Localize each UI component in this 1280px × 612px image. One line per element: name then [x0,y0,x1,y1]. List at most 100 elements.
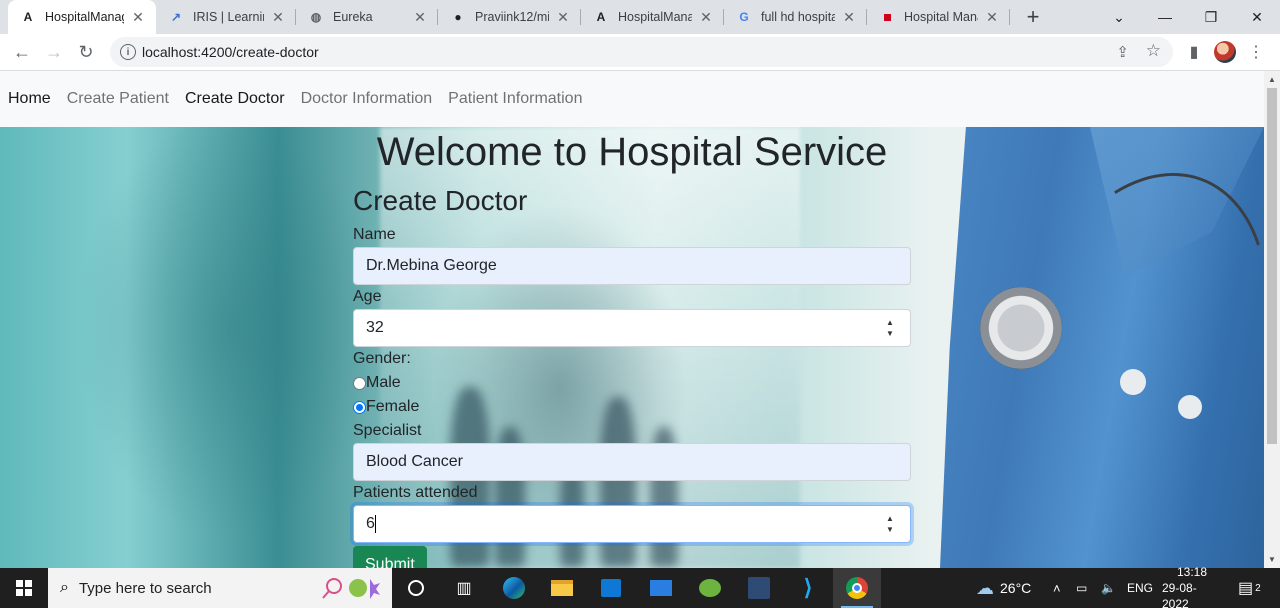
spinner-down-icon[interactable]: ▼ [886,525,896,534]
name-input-value: Dr.Mebina George [366,257,497,274]
stethoscope-earpiece [1120,369,1146,395]
browser-tab-hospital-manag[interactable]: A HospitalManag ✕ [8,0,156,34]
browser-tab-iris[interactable]: ↗ IRIS | Learning ✕ [156,0,296,34]
site-info-icon[interactable]: i [120,44,136,60]
menu-icon[interactable]: ⋮ [1242,38,1270,66]
female-radio[interactable] [353,400,366,414]
spinner-down-icon[interactable]: ▼ [886,329,896,338]
patients-attended-input[interactable]: 6 ▲ ▼ [353,505,911,543]
specialist-input[interactable]: Blood Cancer [353,443,911,481]
gender-option-female[interactable]: Female [353,395,911,419]
weather-widget[interactable]: ☁ 26°C [976,568,1031,608]
file-explorer-icon[interactable] [538,568,586,608]
taskbar-search-placeholder: Type here to search [78,579,212,597]
show-hidden-icons[interactable]: ˄ [1053,568,1061,608]
network-icon[interactable]: ▭ [1076,568,1087,608]
nav-create-patient[interactable]: Create Patient [67,90,169,108]
spring-tool-icon[interactable] [686,568,734,608]
language-indicator[interactable]: ENG [1127,568,1153,608]
new-tab-icon[interactable]: + [1021,4,1045,29]
age-input-value: 32 [366,319,384,336]
minimize-icon[interactable]: — [1142,0,1188,34]
profile-avatar[interactable] [1214,41,1236,63]
create-doctor-form: Create Doctor Name Dr.Mebina George Age … [353,183,911,568]
side-panel-icon[interactable]: ▮ [1180,38,1208,66]
address-bar-url[interactable]: localhost:4200/create-doctor [142,44,319,60]
female-radio-label: Female [366,398,420,415]
close-tab-icon[interactable]: ✕ [984,9,1000,25]
search-highlight-icon [322,578,380,599]
nav-doctor-information[interactable]: Doctor Information [301,90,433,108]
reload-icon[interactable]: ↻ [72,38,100,66]
clock[interactable]: 13:18 29-08-2022 [1162,565,1222,611]
nav-patient-information[interactable]: Patient Information [448,90,582,108]
patients-attended-value: 6 [366,515,375,532]
taskbar-search[interactable]: ⌕ Type here to search [48,568,392,608]
search-icon: ⌕ [60,579,69,596]
tab-title: Hospital Mana [904,10,978,24]
share-icon[interactable]: ⇪ [1116,43,1129,61]
specialist-input-value: Blood Cancer [366,453,463,470]
browser-tab-google[interactable]: G full hd hospital ✕ [724,0,867,34]
close-tab-icon[interactable]: ✕ [270,9,286,25]
browser-tab-github[interactable]: ● Praviink12/mic ✕ [438,0,581,34]
angular-icon: A [23,10,33,24]
gender-option-male[interactable]: Male [353,371,911,395]
vscode-icon[interactable]: ⟩ [784,568,832,608]
mysql-workbench-icon[interactable] [735,568,783,608]
close-tab-icon[interactable]: ✕ [555,9,571,25]
browser-tab-hospital-manag-2[interactable]: A HospitalManag ✕ [581,0,724,34]
spinner-up-icon[interactable]: ▲ [886,318,896,327]
scroll-thumb[interactable] [1267,88,1277,444]
tab-search-icon[interactable]: ⌄ [1096,0,1142,34]
close-tab-icon[interactable]: ✕ [412,9,428,25]
volume-icon[interactable]: 🔈 [1101,568,1116,608]
browser-tab-hospital-mana[interactable]: Hospital Mana ✕ [867,0,1010,34]
red-square-icon [879,9,895,25]
male-radio[interactable] [353,376,366,390]
store-icon[interactable] [587,568,635,608]
clock-time: 13:18 [1176,565,1208,579]
bookmark-star-icon[interactable]: ☆ [1146,41,1161,61]
page-scrollbar[interactable]: ▲ ▼ [1264,71,1280,568]
spinner-up-icon[interactable]: ▲ [886,514,896,523]
tab-title: IRIS | Learning [193,10,264,24]
scroll-down-icon[interactable]: ▼ [1268,555,1276,564]
page-viewport: Home Create Patient Create Doctor Doctor… [0,71,1280,568]
name-input[interactable]: Dr.Mebina George [353,247,911,285]
close-window-icon[interactable]: ✕ [1234,0,1280,34]
windows-logo-icon [16,580,32,596]
close-tab-icon[interactable]: ✕ [841,9,857,25]
chrome-icon[interactable] [833,568,881,608]
close-tab-icon[interactable]: ✕ [130,9,146,25]
scroll-up-icon[interactable]: ▲ [1268,75,1276,84]
app-navbar: Home Create Patient Create Doctor Doctor… [0,71,1264,127]
page-title: Welcome to Hospital Service [376,130,888,174]
gender-label: Gender: [353,350,411,367]
browser-tab-eureka[interactable]: ◍ Eureka ✕ [296,0,438,34]
weather-cloud-icon: ☁ [976,577,994,598]
address-bar[interactable]: i localhost:4200/create-doctor ⇪ ☆ [110,37,1173,67]
edge-icon[interactable] [490,568,538,608]
nav-create-doctor[interactable]: Create Doctor [185,90,285,108]
notifications-icon[interactable]: ▤ 2 [1238,568,1261,608]
task-view-icon[interactable]: ▥ [440,568,488,608]
back-icon[interactable]: ← [8,38,36,66]
restore-icon[interactable]: ❐ [1188,0,1234,34]
browser-toolbar: ← → ↻ i localhost:4200/create-doctor ⇪ ☆… [0,34,1280,71]
cortana-icon[interactable] [392,568,440,608]
notification-count: 2 [1255,582,1261,594]
close-tab-icon[interactable]: ✕ [698,9,714,25]
windows-taskbar: ⌕ Type here to search ▥ ⟩ ☁ 26°C ˄ ▭ 🔈 E… [0,565,1280,611]
age-spinner[interactable]: ▲ ▼ [886,318,896,338]
hospital-background: Welcome to Hospital Service Create Docto… [0,127,1264,568]
start-button[interactable] [0,568,48,608]
google-icon: G [739,10,749,24]
browser-tab-strip: A HospitalManag ✕ ↗ IRIS | Learning ✕ ◍ … [0,0,1280,34]
nav-home[interactable]: Home [8,90,51,108]
submit-button[interactable]: Submit [353,546,427,568]
age-input[interactable]: 32 ▲ ▼ [353,309,911,347]
mail-icon[interactable] [637,568,685,608]
forward-icon[interactable]: → [40,38,68,66]
patients-spinner[interactable]: ▲ ▼ [886,514,896,534]
